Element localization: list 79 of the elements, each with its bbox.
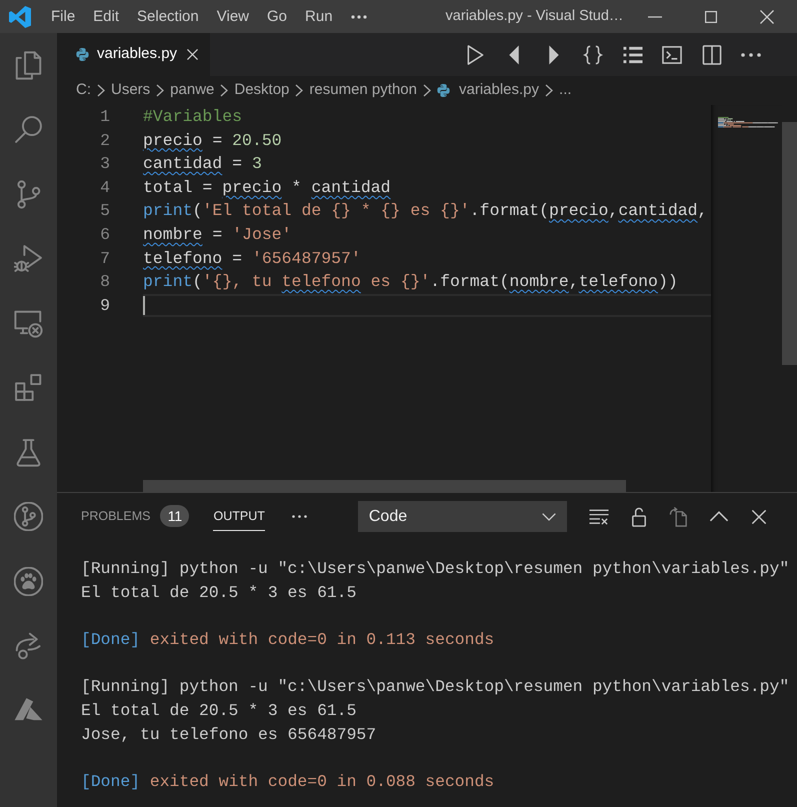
output-line: [Running] python -u "c:\Users\panwe\Desktop\resumen python\variables.py"	[81, 558, 790, 580]
play-bug-icon[interactable]	[14, 244, 43, 274]
panel-tab[interactable]: PROBLEMS 11	[81, 500, 190, 533]
split-editor-icon[interactable]	[702, 44, 722, 64]
output-line: [Done] exited with code=0 in 0.088 seconds	[81, 771, 494, 794]
output-line: El total de 20.5 * 3 es 61.5	[81, 700, 356, 722]
breadcrumb-item[interactable]: C:	[76, 79, 91, 102]
horizontal-scrollbar[interactable]	[143, 480, 626, 492]
paw-icon[interactable]	[14, 566, 43, 596]
document-arrow-icon[interactable]	[668, 506, 689, 526]
terminal-icon[interactable]	[662, 44, 682, 64]
breadcrumb-item[interactable]: resumen python	[309, 79, 417, 102]
code-line: print('{}, tu telefono es {}'.format(nombre,telefono))	[143, 271, 679, 294]
breadcrumb-item[interactable]: Users	[111, 79, 150, 102]
output-channel-select[interactable]: Code	[358, 501, 567, 532]
braces-icon[interactable]	[583, 44, 603, 64]
output-line: El total de 20.5 * 3 es 61.5	[81, 582, 356, 604]
line-number: 8	[99, 271, 110, 294]
code-line: print('El total de {} * {} es {}'.format(precio,cantidad,	[143, 200, 708, 222]
line-number: 7	[99, 248, 110, 270]
logo-icon	[9, 6, 31, 28]
code-line: cantidad = 3	[143, 153, 263, 176]
chevron-right-icon	[295, 84, 304, 97]
menu-item[interactable]: Go	[258, 6, 296, 28]
code-line: telefono = '656487957'	[143, 248, 362, 270]
more-icon[interactable]	[350, 14, 367, 18]
line-number: 9	[99, 294, 110, 317]
editor-tab[interactable]: variables.py	[57, 33, 210, 76]
clear-list-icon[interactable]	[588, 506, 609, 526]
output-line: [Done] exited with code=0 in 0.113 seconds	[81, 629, 494, 652]
more-icon[interactable]	[741, 52, 761, 56]
chevron-right-icon	[220, 84, 228, 97]
code-line: nombre = 'Jose'	[143, 224, 293, 246]
close-icon[interactable]	[760, 10, 774, 24]
code-line: #Variables	[143, 106, 244, 128]
breadcrumb-item[interactable]: variables.py	[436, 79, 540, 102]
line-number: 3	[99, 153, 110, 176]
vertical-scrollbar[interactable]	[782, 122, 797, 365]
flask-icon[interactable]	[14, 438, 43, 467]
menu-item[interactable]: Selection	[128, 6, 208, 28]
file-type-icon	[436, 84, 450, 97]
share-arrow-icon[interactable]	[14, 631, 43, 660]
breadcrumb-item[interactable]: panwe	[170, 79, 214, 102]
menu-item[interactable]: File	[42, 6, 84, 28]
breadcrumb-item[interactable]: ...	[559, 79, 572, 102]
blocks-icon[interactable]	[14, 373, 43, 402]
more-icon[interactable]	[292, 515, 307, 518]
panel-tab[interactable]: OUTPUT	[213, 502, 265, 532]
list-icon[interactable]	[622, 44, 642, 64]
code-line: total = precio * cantidad	[143, 176, 392, 199]
chevron-right-icon	[422, 84, 431, 97]
chevron-down-icon	[542, 512, 556, 520]
breadcrumb-item[interactable]: Desktop	[234, 79, 290, 102]
file-type-icon	[76, 48, 89, 61]
close-icon[interactable]	[187, 49, 198, 60]
files-icon[interactable]	[14, 50, 43, 80]
search-icon[interactable]	[14, 115, 43, 144]
minimize-icon[interactable]	[648, 16, 662, 18]
line-number: 1	[99, 106, 110, 128]
line-number: 2	[99, 130, 110, 152]
code-line: precio = 20.50	[143, 130, 283, 152]
window-title: variables.py - Visual Stud…	[446, 6, 624, 26]
chevron-right-icon	[97, 84, 105, 97]
menu-item[interactable]: Run	[296, 6, 342, 28]
count-badge: 11	[160, 505, 190, 527]
menu-item[interactable]: Edit	[84, 6, 128, 28]
chevron-right-icon	[156, 84, 164, 97]
monitor-icon[interactable]	[14, 308, 43, 338]
output-line: [Running] python -u "c:\Users\panwe\Desktop\resumen python\variables.py"	[81, 676, 790, 698]
chevron-right-icon	[545, 84, 554, 97]
play-icon[interactable]	[464, 44, 484, 64]
output-line: Jose, tu telefono es 656487957	[81, 724, 376, 746]
menu-item[interactable]: View	[208, 6, 258, 28]
minimap-drawing	[718, 117, 778, 130]
line-number: 5	[99, 200, 110, 222]
line-number: 4	[99, 176, 110, 199]
line-number: 6	[99, 224, 110, 246]
maximize-icon[interactable]	[705, 10, 717, 22]
text-cursor	[143, 296, 145, 316]
